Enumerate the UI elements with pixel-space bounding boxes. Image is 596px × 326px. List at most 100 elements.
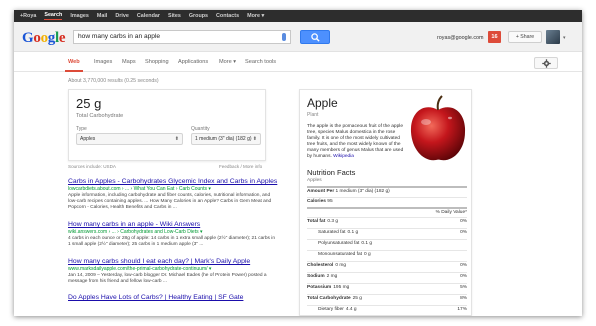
- nutrient-daily-value: 17%: [457, 307, 467, 312]
- account-email[interactable]: royas@google.com: [437, 35, 484, 41]
- nutrient-daily-value: 5%: [460, 285, 467, 290]
- google-bar-link[interactable]: Contacts: [216, 13, 239, 19]
- knowledge-panel: Apple Plant The apple is the pomaceous f…: [299, 89, 472, 316]
- divider: [307, 197, 467, 198]
- search-button[interactable]: [300, 30, 330, 44]
- divider: [307, 186, 467, 188]
- settings-button[interactable]: [534, 57, 558, 69]
- nutrient-label: Total fat: [307, 219, 326, 224]
- nutrient-label: Monounsaturated fat: [318, 252, 363, 257]
- nutrient-row: Total fat 0.3 g 0%: [307, 219, 467, 224]
- tab-more[interactable]: More ▾: [219, 59, 236, 65]
- type-label: Type: [76, 126, 87, 132]
- search-input[interactable]: how many carbs in an apple: [73, 30, 291, 44]
- google-logo[interactable]: Google: [22, 30, 66, 47]
- nutrient-amount: 2 mg: [326, 274, 338, 279]
- avatar[interactable]: [546, 30, 560, 44]
- result-title-link[interactable]: Carbs in Apples - Carbohydrates Glycemic…: [68, 178, 278, 185]
- quantity-select[interactable]: 1 medium (3" dia) (182 g) ⬍: [191, 133, 261, 145]
- result-stats: About 3,770,000 results (0.25 seconds): [68, 78, 159, 84]
- calories-row: Calories 95: [307, 199, 333, 204]
- result-title-link[interactable]: How many carbs should I eat each day? | …: [68, 258, 278, 265]
- nutrient-label: Polyunsaturated fat: [318, 241, 360, 246]
- tab-web[interactable]: Web: [65, 59, 83, 72]
- panel-description: The apple is the pomaceous fruit of the …: [307, 124, 404, 159]
- feedback-link[interactable]: Feedback / More info: [219, 164, 262, 169]
- answer-source: Sources include: USDA: [68, 164, 117, 169]
- amount-per-select[interactable]: 1 medium (3" dia) (182 g): [336, 189, 390, 194]
- nutrient-daily-value: 0%: [460, 274, 467, 279]
- nutrient-row: Monounsaturated fat 0 g: [318, 252, 467, 257]
- google-bar-link[interactable]: Sites: [168, 13, 181, 19]
- nutrient-daily-value: 0%: [460, 219, 467, 224]
- nutrient-label: Potassium: [307, 285, 332, 290]
- apple-image[interactable]: [406, 94, 470, 164]
- nutrient-amount: 25 g: [352, 296, 362, 301]
- search-tabs: Web Images Maps Shopping Applications Mo…: [14, 53, 582, 72]
- wikipedia-link[interactable]: Wikipedia: [333, 154, 354, 159]
- panel-title: Apple: [307, 96, 338, 110]
- result-url[interactable]: www.marksdailyapple.com/the-primal-carbo…: [68, 266, 278, 272]
- result-snippet: 4 carbs in each ounce or 28g of apple: 1…: [68, 236, 276, 248]
- microphone-icon[interactable]: [282, 33, 286, 41]
- result-title-link[interactable]: How many carbs in an apple - Wiki Answer…: [68, 221, 278, 228]
- nutrient-amount: 0 g: [364, 252, 371, 257]
- nutrient-amount: 0.1 g: [347, 230, 359, 235]
- tab-search-tools[interactable]: Search tools: [245, 59, 276, 65]
- divider: [307, 272, 467, 273]
- divider: [307, 305, 467, 306]
- nutrient-label: Dietary fiber: [318, 307, 344, 312]
- google-bar-link[interactable]: Groups: [189, 13, 208, 19]
- nutrient-row: Saturated fat 0.1 g 0%: [318, 230, 467, 235]
- nutrient-amount: 4.4 g: [345, 307, 357, 312]
- nutrient-row: Total Carbohydrate 25 g 8%: [307, 296, 467, 301]
- google-bar-link[interactable]: Images: [70, 13, 89, 19]
- nutrient-amount: 0.1 g: [361, 241, 373, 246]
- result-url[interactable]: wiki.answers.com › ... › Carbohydrates a…: [68, 229, 278, 235]
- gear-icon: [542, 59, 551, 68]
- result-url[interactable]: lowcarbdiets.about.com › ... › What You …: [68, 186, 278, 192]
- google-bar-link[interactable]: Drive: [115, 13, 129, 19]
- nutrition-facts-food: Apples: [307, 178, 322, 183]
- google-bar-link[interactable]: Search: [44, 12, 62, 21]
- divider: [307, 228, 467, 229]
- divider: [307, 250, 467, 251]
- nutrient-label: Saturated fat: [318, 230, 346, 235]
- search-result: How many carbs in an apple - Wiki Answer…: [68, 221, 278, 248]
- google-bar-nav: +Roya Search Images Mail Drive Calendar Sites G…: [20, 10, 272, 22]
- google-bar-link[interactable]: More ▾: [247, 13, 264, 19]
- nutrient-daily-value: 0%: [460, 263, 467, 268]
- divider: [307, 261, 467, 262]
- type-select[interactable]: Apples ⬍: [76, 133, 183, 145]
- result-title-link[interactable]: Do Apples Have Lots of Carbs? | Healthy …: [68, 294, 278, 301]
- google-bar: +Roya Search Images Mail Drive Calendar Sites G…: [14, 10, 582, 22]
- search-result: How many carbs should I eat each day? | …: [68, 258, 278, 285]
- tab-images[interactable]: Images: [94, 59, 112, 65]
- nutrient-daily-value: 0%: [460, 230, 467, 235]
- google-bar-link[interactable]: Calendar: [137, 13, 160, 19]
- nutrition-facts-heading: Nutrition Facts: [307, 168, 356, 177]
- panel-subtitle: Plant: [307, 112, 319, 118]
- nutrient-row: Polyunsaturated fat 0.1 g: [318, 241, 467, 246]
- search-result: Do Apples Have Lots of Carbs? | Healthy …: [68, 294, 278, 301]
- nutrient-amount: 0 mg: [335, 263, 347, 268]
- share-button[interactable]: + Share: [508, 31, 542, 43]
- google-bar-link[interactable]: Mail: [97, 13, 107, 19]
- chevron-down-icon[interactable]: ▾: [563, 35, 566, 41]
- result-snippet: Apple information, including carbohydrat…: [68, 193, 272, 211]
- nutrient-label: Cholesterol: [307, 263, 334, 268]
- tab-shopping[interactable]: Shopping: [145, 59, 169, 65]
- tab-applications[interactable]: Applications: [178, 59, 208, 65]
- tab-maps[interactable]: Maps: [122, 59, 136, 65]
- search-query[interactable]: how many carbs in an apple: [78, 33, 160, 40]
- divider: [307, 283, 467, 284]
- search-header: Google how many carbs in an apple royas@…: [14, 22, 582, 52]
- daily-value-header: % Daily Value*: [435, 210, 467, 215]
- google-bar-link[interactable]: +Roya: [20, 13, 36, 19]
- nutrient-row: Sodium 2 mg 0%: [307, 274, 467, 279]
- dropdown-arrow-icon: ⬍: [174, 136, 179, 142]
- browser-screenshot: +Roya Search Images Mail Drive Calendar Sites G…: [14, 10, 582, 316]
- quantity-label: Quantity: [191, 126, 210, 132]
- divider: [307, 207, 467, 209]
- notification-count-badge[interactable]: 16: [488, 31, 501, 43]
